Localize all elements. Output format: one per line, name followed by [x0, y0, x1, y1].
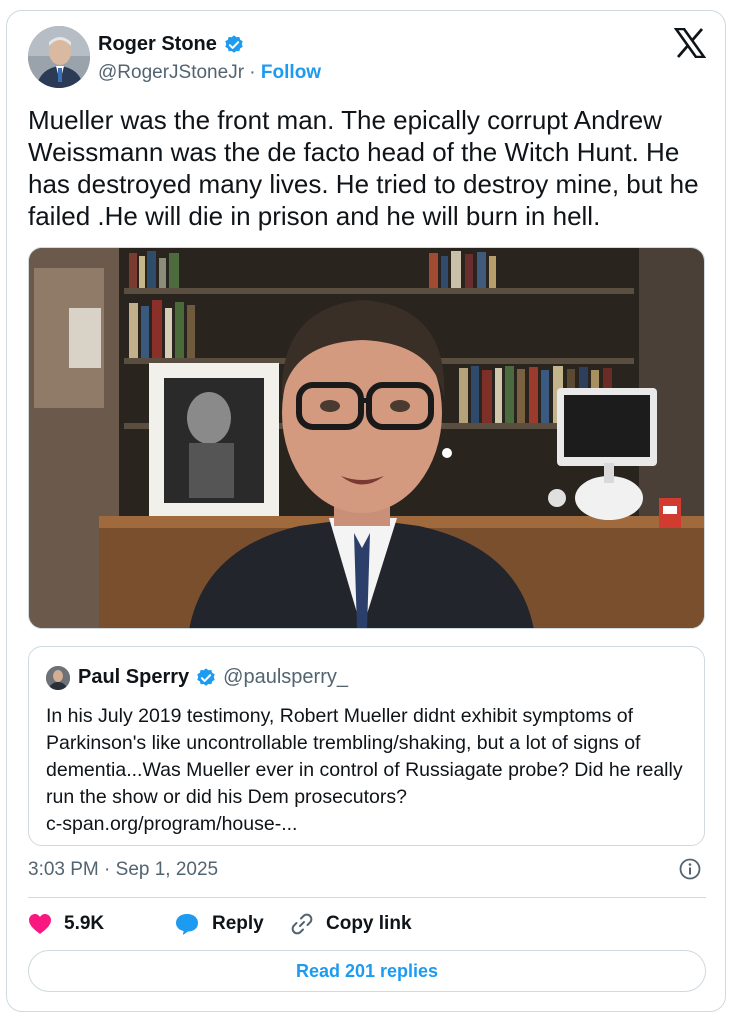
copy-link-button[interactable]: Copy link [290, 912, 412, 936]
like-button[interactable]: 5.9K [28, 913, 174, 935]
tweet-text: Mueller was the front man. The epically … [28, 105, 699, 231]
divider [28, 897, 706, 898]
tweet-timestamp[interactable]: 3:03 PM · Sep 1, 2025 [28, 859, 218, 881]
link-icon [291, 913, 313, 935]
read-replies-label: Read 201 replies [295, 960, 439, 981]
quoted-author-handle[interactable]: @paulsperry_ [223, 666, 348, 689]
reply-bubble-icon [176, 914, 198, 935]
tweet-media-image[interactable] [28, 247, 705, 629]
verified-badge-icon [225, 34, 243, 53]
quoted-author-row: Paul Sperry @paulsperry_ [78, 666, 348, 689]
quoted-tweet-body: In his July 2019 testimony, Robert Muell… [46, 705, 683, 808]
quoted-tweet-text: In his July 2019 testimony, Robert Muell… [46, 703, 686, 838]
action-bar: 5.9K Reply Copy link [28, 910, 412, 938]
author-avatar[interactable] [28, 26, 90, 88]
author-handle-row: @RogerJStoneJr · Follow [98, 62, 321, 84]
quoted-author-name[interactable]: Paul Sperry [78, 666, 189, 689]
quoted-author-avatar[interactable] [46, 666, 70, 690]
author-name-row: Roger Stone [98, 33, 245, 56]
verified-badge-icon [197, 667, 215, 686]
handle-separator: · [244, 62, 261, 83]
follow-button[interactable]: Follow [261, 62, 321, 83]
quoted-tweet-link[interactable]: c-span.org/program/house-... [46, 813, 297, 835]
reply-button[interactable]: Reply [174, 912, 290, 936]
read-replies-button[interactable]: Read 201 replies [28, 950, 706, 992]
like-count: 5.9K [64, 913, 105, 934]
quoted-tweet[interactable]: Paul Sperry @paulsperry_ In his July 201… [28, 646, 705, 846]
reply-label: Reply [212, 913, 264, 934]
heart-icon [29, 914, 51, 934]
copy-link-label: Copy link [326, 913, 412, 934]
author-handle[interactable]: @RogerJStoneJr [98, 62, 244, 83]
info-icon[interactable] [679, 858, 701, 880]
x-logo-icon[interactable] [674, 28, 706, 58]
author-name[interactable]: Roger Stone [98, 33, 217, 56]
